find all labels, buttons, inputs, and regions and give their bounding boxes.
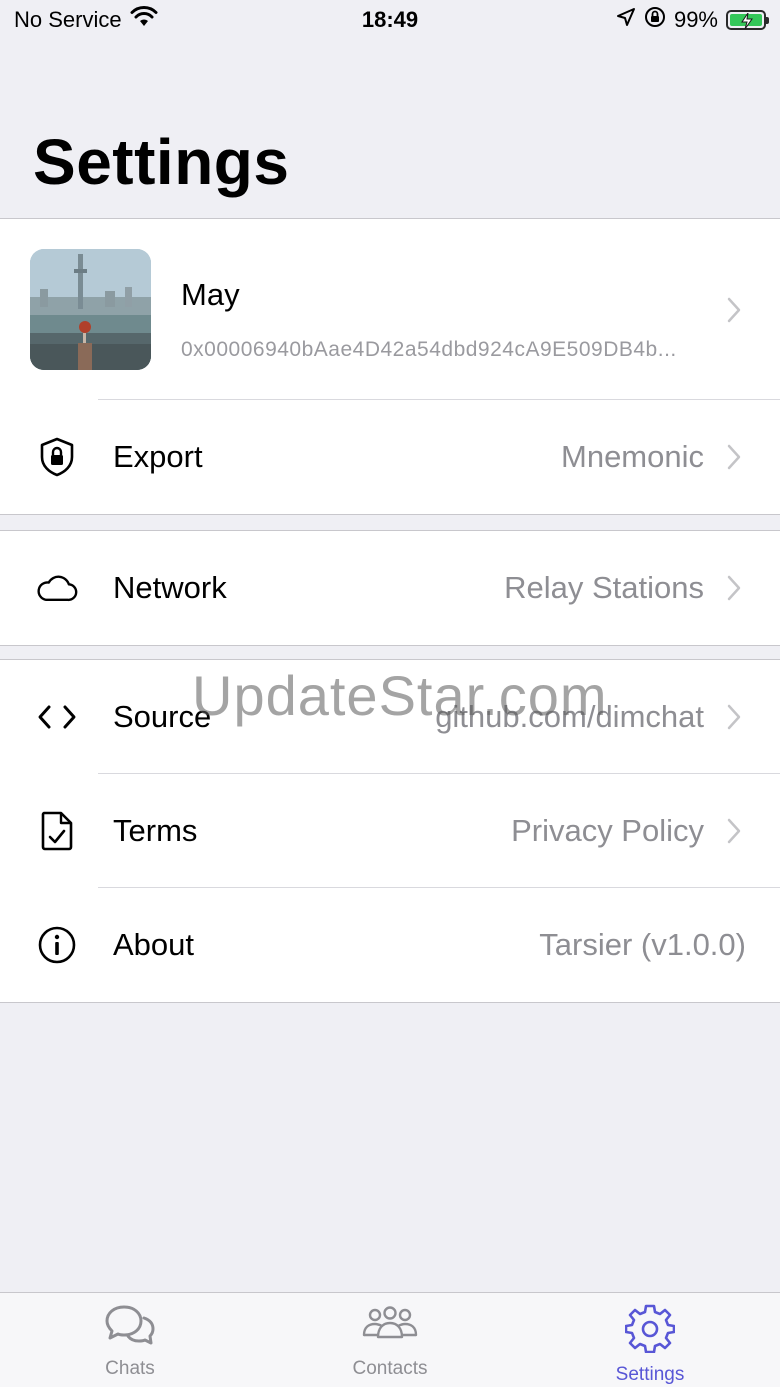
network-value: Relay Stations (504, 570, 704, 605)
source-row[interactable]: Source github.com/dimchat (0, 660, 780, 774)
battery-percent: 99% (673, 7, 718, 32)
tab-label: Settings (615, 1364, 685, 1385)
about-label: About (113, 927, 195, 962)
terms-row[interactable]: Terms Privacy Policy (0, 774, 780, 888)
tab-label: Chats (105, 1358, 155, 1379)
carrier-label: No Service (14, 7, 122, 32)
network-label: Network (113, 570, 227, 605)
tab-settings[interactable]: Settings (520, 1293, 780, 1387)
account-group: May 0x00006940bAae4D42a54dbd924cA9E509DB… (0, 218, 780, 515)
info-group: Source github.com/dimchat Terms Privacy … (0, 659, 780, 1003)
tab-contacts[interactable]: Contacts (260, 1293, 520, 1387)
code-icon (36, 696, 78, 738)
status-right: 99% (616, 6, 769, 34)
chevron-right-icon (727, 704, 741, 730)
battery-icon (726, 10, 769, 30)
network-row[interactable]: Network Relay Stations (0, 531, 780, 645)
info-icon (36, 924, 78, 966)
chevron-right-icon (727, 818, 741, 844)
terms-value: Privacy Policy (511, 813, 704, 848)
orientation-lock-icon (644, 6, 666, 34)
status-left: No Service (14, 6, 158, 34)
tab-chats[interactable]: Chats (0, 1293, 260, 1387)
cloud-icon (36, 567, 78, 609)
chat-bubbles-icon (104, 1303, 156, 1352)
chevron-right-icon (727, 444, 741, 470)
terms-label: Terms (113, 813, 198, 848)
source-value: github.com/dimchat (435, 699, 704, 734)
about-row[interactable]: About Tarsier (v1.0.0) (0, 888, 780, 1002)
export-row[interactable]: Export Mnemonic (0, 400, 780, 514)
export-label: Export (113, 439, 203, 474)
profile-name: May (181, 277, 240, 312)
chevron-right-icon (727, 575, 741, 601)
gear-icon (624, 1303, 676, 1358)
wifi-icon (130, 6, 158, 34)
people-icon (360, 1303, 420, 1352)
profile-address: 0x00006940bAae4D42a54dbd924cA9E509DB4b..… (181, 338, 677, 361)
status-bar: No Service 18:49 99% (0, 0, 780, 40)
document-check-icon (36, 810, 78, 852)
shield-lock-icon (36, 436, 78, 478)
location-arrow-icon (616, 7, 636, 33)
network-group: Network Relay Stations (0, 530, 780, 646)
export-value: Mnemonic (561, 439, 704, 474)
tab-bar: Chats Contacts Settings (0, 1292, 780, 1387)
profile-row[interactable]: May 0x00006940bAae4D42a54dbd924cA9E509DB… (0, 219, 780, 400)
about-value: Tarsier (v1.0.0) (539, 927, 746, 962)
source-label: Source (113, 699, 212, 734)
page-title: Settings (33, 126, 290, 198)
tab-label: Contacts (352, 1358, 428, 1379)
avatar (30, 249, 151, 370)
chevron-right-icon (727, 297, 741, 322)
